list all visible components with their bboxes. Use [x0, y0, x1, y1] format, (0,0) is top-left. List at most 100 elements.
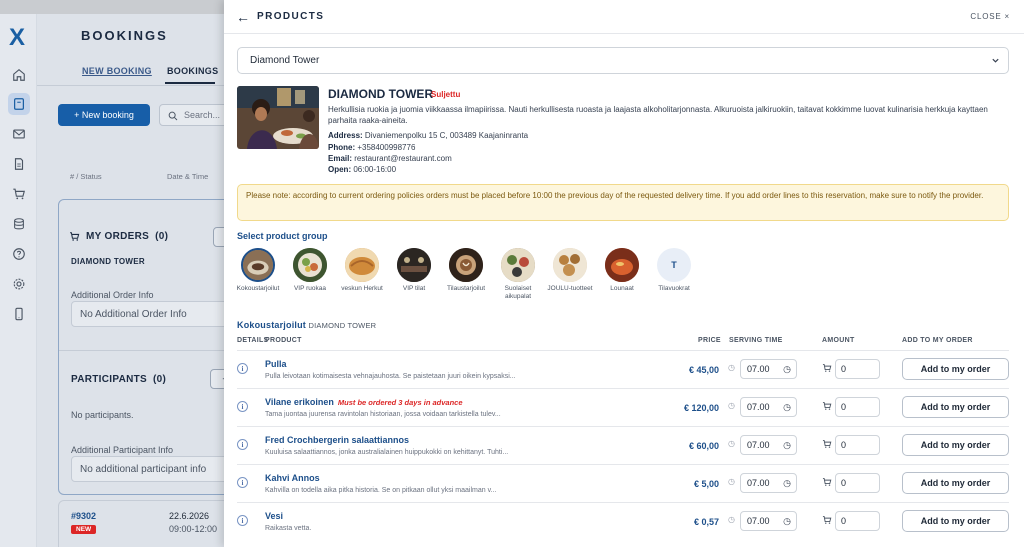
serving-time-input[interactable]: 07.00 ◷ — [740, 511, 797, 531]
card-divider — [59, 350, 227, 351]
product-group-label: veskun Herkut — [341, 285, 383, 292]
product-list-venue: DIAMOND TOWER — [308, 321, 377, 330]
my-orders-heading: MY ORDERS (0) — [69, 231, 168, 242]
open-value: 06:00-16:00 — [351, 165, 397, 174]
cart-icon — [822, 516, 832, 524]
product-group-veskun-herkut[interactable]: veskun Herkut — [338, 248, 386, 293]
mail-icon[interactable] — [8, 123, 30, 145]
help-icon[interactable] — [8, 243, 30, 265]
column-status: # / Status — [70, 172, 102, 181]
info-icon[interactable]: i — [237, 439, 248, 450]
additional-order-field[interactable]: No Additional Order Info — [71, 301, 227, 327]
restaurant-status: Suljettu — [431, 90, 461, 99]
clock-icon: ◷ — [728, 363, 735, 372]
amount-input[interactable]: 0 — [835, 435, 880, 455]
restaurant-description: Herkullisia ruokia ja juomia viikkaassa … — [328, 105, 988, 125]
info-icon[interactable]: i — [237, 477, 248, 488]
booking-id: #9302 — [71, 511, 97, 521]
booking-list-item[interactable]: #9302 NEW 22.6.2026 09:00-12:00 — [58, 500, 227, 547]
add-to-order-button[interactable]: Add to my order — [902, 472, 1009, 494]
clock-icon: ◷ — [783, 516, 791, 526]
column-add-to-order: ADD TO MY ORDER — [902, 337, 973, 344]
no-participants-text: No participants. — [71, 410, 134, 420]
my-orders-label: MY ORDERS — [86, 231, 150, 242]
app-logo[interactable]: X — [9, 24, 25, 52]
amount-input[interactable]: 0 — [835, 473, 880, 493]
clock-icon: ◷ — [728, 477, 735, 486]
add-to-order-button[interactable]: Add to my order — [902, 434, 1009, 456]
product-group-joulu-tuotteet[interactable]: JOULU-tuotteet — [546, 248, 594, 293]
search-input[interactable]: Search... — [159, 104, 227, 126]
document-icon[interactable] — [8, 153, 30, 175]
column-product: PRODUCT — [265, 337, 302, 344]
product-group-tilaustarjoilut[interactable]: Tilaustarjoilut — [442, 248, 490, 293]
calendar-icon[interactable] — [8, 93, 30, 115]
clock-icon: ◷ — [783, 478, 791, 488]
product-group-lounaat[interactable]: Lounaat — [598, 248, 646, 293]
serving-time-value: 07.00 — [747, 516, 770, 526]
product-group-label: Tilavuokrat — [658, 285, 690, 292]
column-amount: AMOUNT — [822, 337, 855, 344]
restaurant-hours: Open: 06:00-16:00 — [328, 165, 396, 174]
product-group-suolaiset-aikupalat[interactable]: Suolaiset aikupalat — [494, 248, 542, 301]
new-badge: NEW — [71, 525, 97, 534]
product-name-text: Pulla — [265, 359, 287, 369]
tab-bookings[interactable]: BOOKINGS — [167, 66, 218, 76]
product-group-label: Suolaiset aikupalat — [504, 285, 532, 300]
add-to-order-button[interactable]: Add to my order — [902, 396, 1009, 418]
product-name-text: Kahvi Annos — [265, 473, 320, 483]
tabs-divider — [37, 85, 227, 86]
add-to-order-button[interactable]: Add to my order — [902, 510, 1009, 532]
cart-icon — [822, 364, 832, 372]
home-icon[interactable] — [8, 64, 30, 86]
page-title: BOOKINGS — [81, 28, 168, 43]
info-icon[interactable]: i — [237, 363, 248, 374]
add-to-order-button[interactable]: Add to my order — [902, 358, 1009, 380]
active-tab-indicator — [165, 82, 215, 84]
serving-time-input[interactable]: 07.00 ◷ — [740, 359, 797, 379]
product-group-image — [553, 248, 587, 282]
products-modal: ← PRODUCTS CLOSE × Diamond Tower DIAMOND… — [224, 0, 1024, 547]
product-group-image — [345, 248, 379, 282]
product-group-vip-ruokaa[interactable]: VIP ruokaa — [286, 248, 334, 293]
cart-icon — [822, 402, 832, 410]
product-group-heading: Select product group — [237, 231, 328, 241]
left-nav-rail: X — [0, 14, 37, 547]
product-group-label: Lounaat — [610, 285, 634, 292]
info-icon[interactable]: i — [237, 515, 248, 526]
amount-input[interactable]: 0 — [835, 511, 880, 531]
serving-time-input[interactable]: 07.00 ◷ — [740, 397, 797, 417]
additional-participant-field[interactable]: No additional participant info — [71, 456, 227, 482]
product-group-label: JOULU-tuotteet — [547, 285, 593, 292]
close-button[interactable]: CLOSE × — [970, 12, 1010, 21]
back-arrow-icon[interactable]: ← — [236, 9, 250, 25]
serving-time-input[interactable]: 07.00 ◷ — [740, 473, 797, 493]
restaurant-name: DIAMOND TOWER — [328, 87, 434, 101]
product-group-tilavuokrat[interactable]: T Tilavuokrat — [650, 248, 698, 293]
column-date-time: Date & Time — [167, 172, 209, 181]
new-booking-button[interactable]: + New booking — [58, 104, 150, 126]
cart-icon — [822, 440, 832, 448]
database-icon[interactable] — [8, 213, 30, 235]
product-list-title: Kokoustarjoilut DIAMOND TOWER — [237, 320, 376, 330]
venue-select[interactable]: Diamond Tower — [237, 47, 1009, 74]
product-group-image — [449, 248, 483, 282]
email-value: restaurant@restaurant.com — [352, 154, 452, 163]
bookings-panel: BOOKINGS NEW BOOKING BOOKINGS + New book… — [37, 14, 227, 547]
info-icon[interactable]: i — [237, 401, 248, 412]
modal-title: PRODUCTS — [257, 11, 325, 22]
cart-icon[interactable] — [8, 183, 30, 205]
serving-time-input[interactable]: 07.00 ◷ — [740, 435, 797, 455]
mobile-icon[interactable] — [8, 303, 30, 325]
settings-icon[interactable] — [8, 273, 30, 295]
amount-input[interactable]: 0 — [835, 359, 880, 379]
phone-label: Phone: — [328, 143, 356, 152]
participants-count: (0) — [153, 374, 167, 385]
product-group-kokoustarjoilut[interactable]: Kokoustarjoilut — [234, 248, 282, 293]
product-group-image — [397, 248, 431, 282]
additional-order-label: Additional Order Info — [71, 290, 154, 300]
amount-input[interactable]: 0 — [835, 397, 880, 417]
tab-new-booking[interactable]: NEW BOOKING — [82, 66, 152, 76]
open-label: Open: — [328, 165, 352, 174]
product-group-vip-tilat[interactable]: VIP tilat — [390, 248, 438, 293]
